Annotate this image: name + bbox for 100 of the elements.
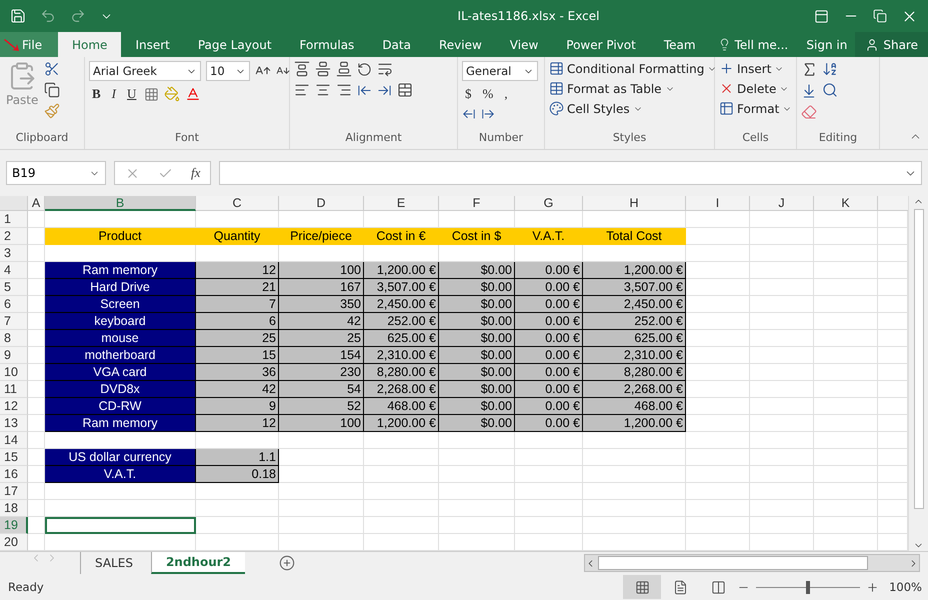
underline-button[interactable]: U [124, 86, 140, 102]
save-icon[interactable] [10, 8, 26, 24]
ribbon-tab[interactable]: Data [368, 32, 425, 57]
zoom-thumb[interactable] [806, 580, 810, 594]
active-cell[interactable] [45, 517, 196, 534]
column-header[interactable]: I [686, 196, 750, 211]
row-header[interactable]: 4 [0, 262, 28, 279]
font-color-icon[interactable] [185, 86, 202, 102]
ribbon-tab[interactable]: Power Pivot [552, 32, 650, 57]
middle-align-icon[interactable] [315, 61, 331, 77]
bold-button[interactable]: B [89, 86, 104, 102]
name-box[interactable]: B19 [6, 161, 106, 185]
row-header[interactable]: 3 [0, 245, 28, 262]
scroll-thumb[interactable] [598, 556, 868, 570]
search-icon[interactable] [822, 82, 838, 98]
formula-input[interactable] [219, 161, 922, 185]
ribbon-tab[interactable]: Home [58, 32, 122, 57]
table-cell: 0.00 € [515, 279, 583, 296]
borders-icon[interactable] [144, 86, 160, 102]
merge-icon[interactable] [397, 82, 413, 98]
row-header[interactable]: 6 [0, 296, 28, 313]
eraser-icon[interactable] [801, 104, 817, 120]
cells-button[interactable]: Insert [719, 61, 792, 76]
ribbon-tab[interactable]: Team [650, 32, 710, 57]
file-tab[interactable]: File [0, 32, 58, 57]
column-header[interactable]: D [279, 196, 364, 211]
zoom-in-icon[interactable] [866, 580, 880, 594]
styles-button[interactable]: Cell Styles [549, 101, 718, 116]
normal-view-button[interactable] [623, 575, 662, 599]
row-header[interactable]: 9 [0, 347, 28, 364]
row-header[interactable]: 17 [0, 483, 28, 500]
row-header[interactable]: 13 [0, 415, 28, 432]
orientation-icon[interactable] [357, 62, 372, 76]
column-header[interactable]: H [583, 196, 686, 211]
styles-button[interactable]: Format as Table [549, 81, 718, 96]
row-header[interactable]: 2 [0, 228, 28, 245]
ribbon-tab[interactable]: Insert [121, 32, 184, 57]
number-format-button[interactable]: $ [462, 86, 474, 102]
sort-icon[interactable] [822, 61, 838, 77]
row-header[interactable]: 1 [0, 211, 28, 228]
tell-me-field[interactable]: Tell me... [710, 32, 796, 57]
scroll-thumb[interactable] [914, 209, 924, 509]
number-format-button[interactable]: % [480, 86, 496, 102]
copy-icon[interactable] [44, 82, 60, 98]
row-header[interactable]: 5 [0, 279, 28, 296]
column-header[interactable]: J [750, 196, 814, 211]
font-size-field[interactable]: 10 [206, 61, 250, 81]
ribbon-tab[interactable]: View [496, 32, 552, 57]
undo-icon[interactable] [40, 8, 56, 24]
ribbon-display-icon[interactable] [814, 8, 829, 24]
increase-decimal-icon[interactable] [462, 107, 476, 121]
row-header[interactable]: 12 [0, 398, 28, 415]
row-header[interactable]: 18 [0, 500, 28, 517]
align-center-icon[interactable] [315, 82, 331, 98]
increase-indent-icon[interactable] [377, 82, 392, 98]
row-header[interactable]: 10 [0, 364, 28, 381]
row-header[interactable]: 16 [0, 466, 28, 483]
user-icon[interactable] [865, 38, 880, 52]
column-header[interactable]: G [515, 196, 583, 211]
decrease-decimal-icon[interactable] [481, 107, 495, 121]
column-header[interactable]: A [28, 196, 45, 211]
row-header[interactable]: 11 [0, 381, 28, 398]
row-header[interactable]: 20 [0, 534, 28, 551]
scissors-icon[interactable] [44, 61, 60, 77]
column-header[interactable]: C [196, 196, 279, 211]
align-left-icon[interactable] [294, 82, 310, 98]
fill-down-icon[interactable] [801, 83, 817, 99]
italic-button[interactable]: I [108, 86, 120, 102]
font-name-field[interactable]: Arial Greek [89, 61, 201, 81]
column-header[interactable]: F [439, 196, 515, 211]
row-header[interactable]: 7 [0, 313, 28, 330]
row-header[interactable]: 19 [0, 517, 28, 534]
row-header[interactable]: 14 [0, 432, 28, 449]
number-format-button[interactable]: , [501, 86, 511, 102]
fill-color-icon[interactable] [164, 86, 180, 102]
sheet-tab[interactable]: SALES [80, 552, 147, 574]
row-header[interactable]: 15 [0, 449, 28, 466]
top-align-icon[interactable] [294, 61, 310, 77]
ribbon-tab[interactable]: Formulas [286, 32, 368, 57]
decrease-indent-icon[interactable] [357, 82, 372, 98]
wrap-text-icon[interactable] [377, 61, 393, 77]
cells-button[interactable]: Format [719, 101, 792, 116]
align-right-icon[interactable] [336, 82, 352, 98]
column-header[interactable]: E [364, 196, 439, 211]
insert-function-button[interactable]: fx [191, 165, 200, 181]
ribbon-tab[interactable]: Page Layout [184, 32, 286, 57]
restore-icon[interactable] [873, 9, 887, 23]
column-header[interactable]: B [45, 196, 196, 211]
row-header[interactable]: 8 [0, 330, 28, 347]
bottom-align-icon[interactable] [336, 61, 352, 77]
sign-in-link[interactable]: Sign in [798, 32, 856, 57]
redo-icon[interactable] [70, 8, 86, 24]
styles-button[interactable]: Conditional Formatting [549, 61, 718, 76]
number-format-field[interactable]: General [462, 61, 538, 81]
add-sheet-icon[interactable] [279, 555, 296, 571]
ribbon-tab[interactable]: Review [424, 32, 496, 57]
cells-button[interactable]: Delete [719, 81, 792, 96]
sheet-tab[interactable]: 2ndhour2 [150, 552, 246, 574]
share-button[interactable]: Share [855, 32, 928, 57]
column-header[interactable]: K [814, 196, 878, 211]
